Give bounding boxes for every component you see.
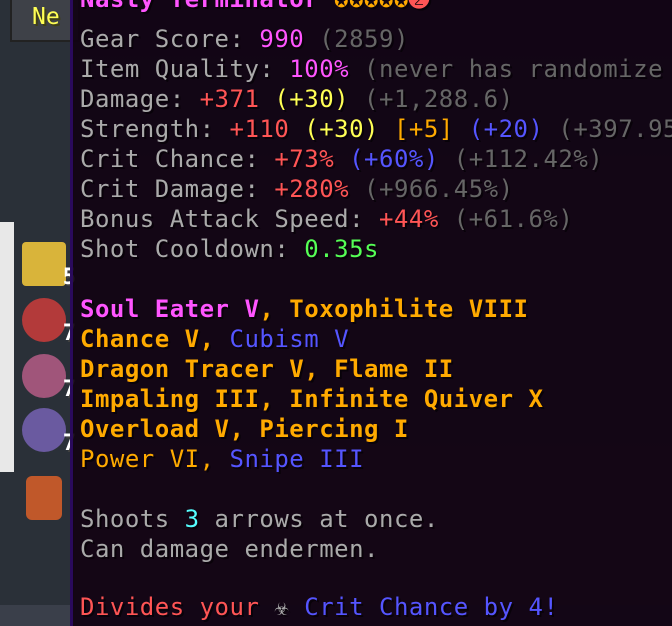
stat-extra: (+61.6%) xyxy=(453,205,574,233)
lore-text: arrows at once. xyxy=(199,505,439,533)
lore-value: 3 xyxy=(184,505,200,533)
enchant-separator: , xyxy=(259,295,290,323)
enchant-line: Dragon Tracer V, Flame II xyxy=(80,355,454,383)
item-title: Nasty Terminator ✪✪✪✪✪➋ xyxy=(80,0,430,14)
stat-extra: (+966.45%) xyxy=(364,175,514,203)
stat-label: Shot Cooldown: xyxy=(80,235,305,263)
stat-label: Bonus Attack Speed: xyxy=(80,205,379,233)
lore-ability: Divides your ☣ Crit Chance by 4! xyxy=(80,592,558,622)
stat-value: +110 xyxy=(229,115,290,143)
enchant: Chance V xyxy=(80,325,200,353)
stat-label: Crit Damage: xyxy=(80,175,275,203)
gem-bonus: (+20) xyxy=(468,115,544,143)
stat-damage: Damage: +371 (+30) (+1,288.6) xyxy=(80,84,514,114)
lore-endermen: Can damage endermen. xyxy=(80,535,379,563)
stat-value: +280% xyxy=(274,175,350,203)
stat-label: Strength: xyxy=(80,115,230,143)
stat-value: 990 xyxy=(259,25,305,53)
lore-text: Shoots xyxy=(80,505,185,533)
inventory-slot-sponge[interactable]: 5 xyxy=(22,242,76,290)
stat-value: +73% xyxy=(274,145,335,173)
enchant-line: Soul Eater V, Toxophilite VIII xyxy=(80,294,528,324)
inventory-panel-edge xyxy=(0,222,14,472)
stat-item-quality: Item Quality: 100% (never has randomize xyxy=(80,54,663,84)
reforge-bonus: (+30) xyxy=(304,115,379,143)
stat-extra: (never has randomize xyxy=(364,55,664,83)
stat-strength: Strength: +110 (+30) [+5] (+20) (+397.95 xyxy=(80,114,672,144)
stat-value: +44% xyxy=(378,205,439,233)
lore-shoots: Shoots 3 arrows at once. xyxy=(80,504,439,534)
reforge-bonus: (+30) xyxy=(274,85,350,113)
stat-crit-chance: Crit Chance: +73% (+60%) (+112.42%) xyxy=(80,144,603,174)
enchant-separator: , xyxy=(199,325,230,353)
stat-label: Crit Chance: xyxy=(80,145,275,173)
inventory-slot-chestplate[interactable]: 7 xyxy=(22,298,76,346)
crit-icon: ☣ xyxy=(274,593,290,621)
stat-extra: (+112.42%) xyxy=(453,145,604,173)
stat-value: 0.35s xyxy=(304,235,379,263)
stat-extra: (+397.95 xyxy=(558,115,672,143)
stat-crit-damage: Crit Damage: +280% (+966.45%) xyxy=(80,174,514,204)
lore-text: Divides your xyxy=(80,593,260,621)
hpb-bonus: [+5] xyxy=(393,115,454,143)
item-name: Nasty Terminator xyxy=(80,0,319,13)
inventory-slot-boots[interactable] xyxy=(26,476,62,520)
stat-value: +371 xyxy=(199,85,260,113)
enchant-line: Power VI, Snipe III xyxy=(80,444,364,474)
stat-gear-score: Gear Score: 990 (2859) xyxy=(80,24,409,54)
inventory-slot-leggings-2[interactable]: 7 xyxy=(22,408,76,456)
star-rating-icon: ✪✪✪✪✪ xyxy=(334,0,409,13)
enchant-line: Overload V, Piercing I xyxy=(80,415,409,443)
stat-value: 100% xyxy=(289,55,350,83)
stat-extra: (+1,288.6) xyxy=(364,85,514,113)
stat-label: Damage: xyxy=(80,85,200,113)
enchant: Cubism V xyxy=(229,325,350,353)
stat-extra: (2859) xyxy=(319,25,409,53)
enchant-separator: , xyxy=(199,445,230,473)
enchant-line: Chance V, Cubism V xyxy=(80,324,349,354)
master-star-icon: ➋ xyxy=(409,0,430,13)
ultimate-enchant: Soul Eater V xyxy=(80,295,260,323)
stat-label: Item Quality: xyxy=(80,55,290,83)
lore-text: Crit Chance by 4! xyxy=(304,593,559,621)
enchant-line: Impaling III, Infinite Quiver X xyxy=(80,385,544,413)
stat-label: Gear Score: xyxy=(80,25,260,53)
enchant: Snipe III xyxy=(229,445,365,473)
enchant: Power VI xyxy=(80,445,200,473)
stat-shot-cooldown: Shot Cooldown: 0.35s xyxy=(80,234,379,264)
inventory-slot-leggings[interactable]: 7 xyxy=(22,354,76,402)
stat-attack-speed: Bonus Attack Speed: +44% (+61.6%) xyxy=(80,204,573,234)
next-page-label: Ne xyxy=(32,4,60,30)
gem-bonus: (+60%) xyxy=(349,145,439,173)
enchant: Toxophilite VIII xyxy=(289,295,529,323)
